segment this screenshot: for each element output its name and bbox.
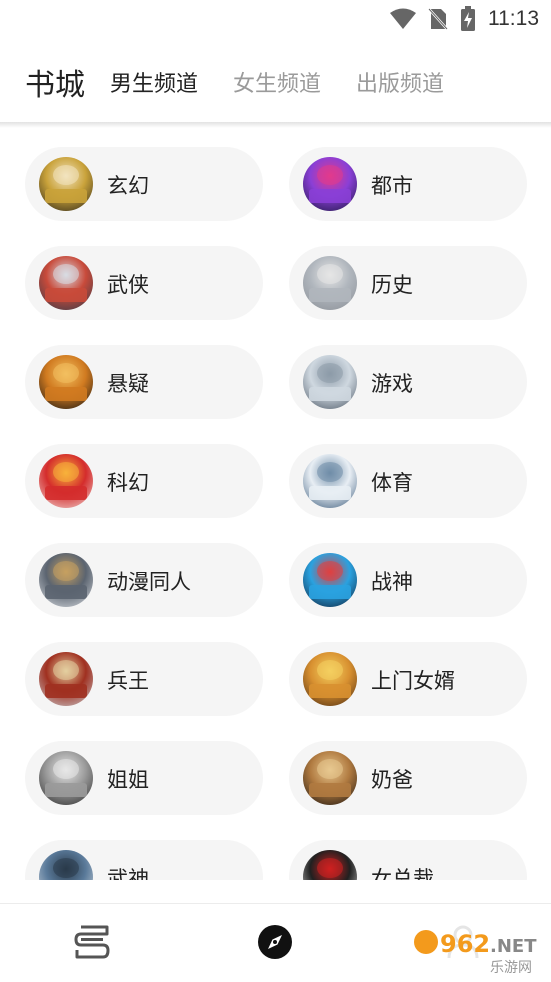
category-cover-image — [39, 553, 93, 607]
category-label: 体育 — [371, 471, 413, 495]
category-cover-image — [39, 157, 93, 211]
svg-text:.NET: .NET — [490, 936, 537, 957]
category-label: 兵王 — [107, 669, 149, 693]
category-label: 武侠 — [107, 273, 149, 297]
category-item[interactable]: 科幻 — [25, 444, 263, 518]
category-cover-image — [39, 256, 93, 310]
category-cover-image — [303, 553, 357, 607]
bookshelf-icon[interactable] — [73, 924, 111, 960]
category-item[interactable]: 玄幻 — [25, 147, 263, 221]
category-item[interactable]: 女总裁 — [289, 840, 527, 880]
category-label: 奶爸 — [371, 768, 413, 792]
category-cover-image — [303, 256, 357, 310]
category-label: 玄幻 — [107, 174, 149, 198]
compass-icon[interactable] — [257, 924, 293, 960]
header: 书城 男生频道 女生频道 出版频道 — [0, 38, 551, 122]
category-cover-image — [39, 751, 93, 805]
category-item[interactable]: 兵王 — [25, 642, 263, 716]
category-label: 上门女婿 — [371, 669, 455, 693]
category-item[interactable]: 武侠 — [25, 246, 263, 320]
category-item[interactable]: 上门女婿 — [289, 642, 527, 716]
svg-text:962: 962 — [440, 930, 490, 958]
category-label: 战神 — [371, 570, 413, 594]
category-cover-image — [303, 157, 357, 211]
category-item[interactable]: 奶爸 — [289, 741, 527, 815]
category-label: 女总裁 — [371, 867, 434, 880]
category-cover-image — [39, 355, 93, 409]
watermark-logo: 962 .NET 乐游网 — [410, 920, 546, 976]
category-cover-image — [303, 454, 357, 508]
page-title: 书城 — [25, 68, 85, 103]
category-cover-image — [303, 652, 357, 706]
category-label: 武神 — [107, 867, 149, 880]
category-item[interactable]: 悬疑 — [25, 345, 263, 419]
category-cover-image — [303, 355, 357, 409]
status-icons: 11:13 — [390, 6, 539, 32]
status-bar: 11:13 — [0, 0, 551, 38]
category-cover-image — [39, 454, 93, 508]
category-label: 动漫同人 — [107, 570, 191, 594]
category-cover-image — [39, 850, 93, 880]
status-time: 11:13 — [488, 7, 539, 30]
svg-text:乐游网: 乐游网 — [490, 960, 532, 976]
category-item[interactable]: 体育 — [289, 444, 527, 518]
no-sim-icon — [428, 8, 448, 30]
category-item[interactable]: 动漫同人 — [25, 543, 263, 617]
category-grid: 玄幻 都市武侠 历史悬疑 游戏科幻 体育动漫同人 战神兵王 上门女婿姐姐 奶爸武神 女总裁 — [0, 128, 551, 880]
tab-publishing-channel[interactable]: 出版频道 — [356, 66, 444, 98]
category-label: 悬疑 — [107, 372, 149, 396]
category-label: 科幻 — [107, 471, 149, 495]
category-cover-image — [39, 652, 93, 706]
wifi-icon — [390, 8, 416, 29]
tab-female-channel[interactable]: 女生频道 — [233, 66, 321, 98]
category-cover-image — [303, 850, 357, 880]
tab-male-channel[interactable]: 男生频道 — [110, 66, 198, 98]
category-label: 都市 — [371, 174, 413, 198]
category-item[interactable]: 武神 — [25, 840, 263, 880]
category-item[interactable]: 游戏 — [289, 345, 527, 419]
category-cover-image — [303, 751, 357, 805]
category-label: 游戏 — [371, 372, 413, 396]
category-item[interactable]: 都市 — [289, 147, 527, 221]
category-label: 历史 — [371, 273, 413, 297]
battery-charging-icon — [461, 6, 475, 31]
category-item[interactable]: 姐姐 — [25, 741, 263, 815]
category-label: 姐姐 — [107, 768, 149, 792]
category-item[interactable]: 历史 — [289, 246, 527, 320]
category-item[interactable]: 战神 — [289, 543, 527, 617]
